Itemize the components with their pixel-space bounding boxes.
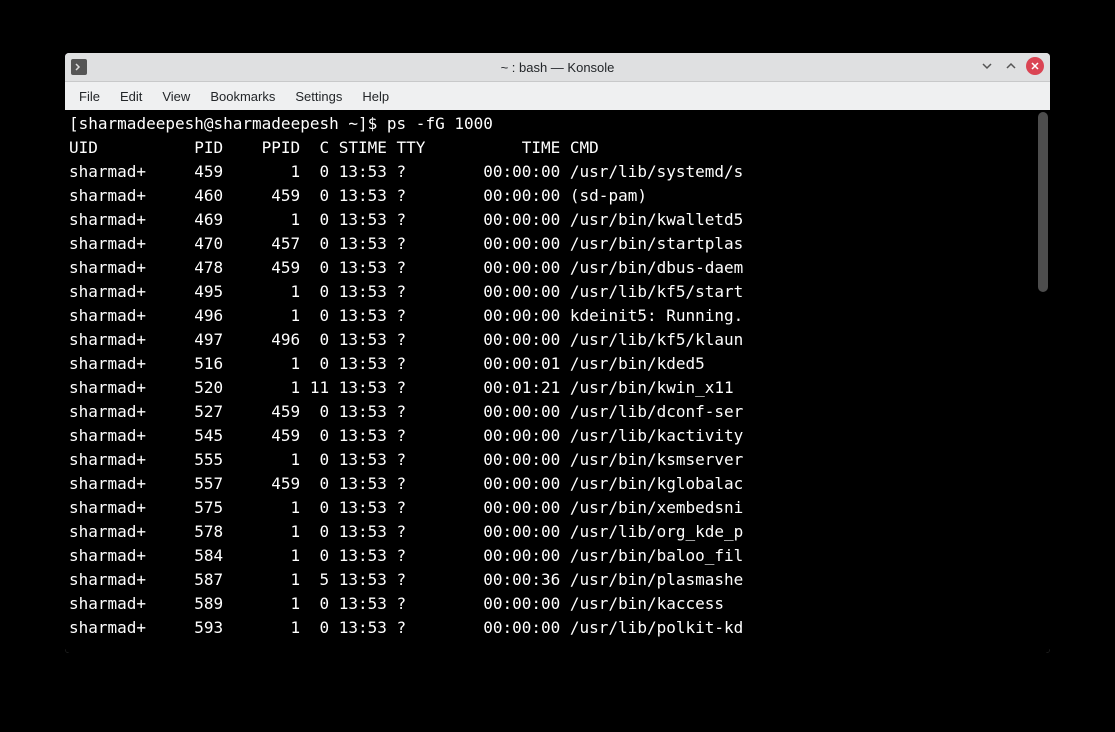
close-button[interactable]	[1026, 57, 1044, 75]
menu-bookmarks[interactable]: Bookmarks	[200, 85, 285, 108]
scrollbar-thumb[interactable]	[1038, 112, 1048, 292]
prompt-bracket-open: [	[69, 114, 79, 133]
prompt-user-host: sharmadeepesh@sharmadeepesh	[79, 114, 339, 133]
menu-edit[interactable]: Edit	[110, 85, 152, 108]
menubar: File Edit View Bookmarks Settings Help	[65, 82, 1050, 110]
prompt-line: [sharmadeepesh@sharmadeepesh ~]$ ps -fG …	[69, 112, 1050, 136]
terminal-viewport[interactable]: [sharmadeepesh@sharmadeepesh ~]$ ps -fG …	[65, 110, 1050, 653]
konsole-window: ~ : bash — Konsole File Edit View Bookma…	[65, 53, 1050, 653]
menu-file[interactable]: File	[69, 85, 110, 108]
minimize-button[interactable]	[978, 57, 996, 75]
app-icon	[71, 59, 87, 75]
window-controls	[978, 57, 1044, 75]
menu-settings[interactable]: Settings	[285, 85, 352, 108]
window-title: ~ : bash — Konsole	[65, 60, 1050, 75]
typed-command: ps -fG 1000	[387, 114, 493, 133]
titlebar[interactable]: ~ : bash — Konsole	[65, 53, 1050, 82]
prompt-path: ~	[339, 114, 358, 133]
menu-help[interactable]: Help	[352, 85, 399, 108]
menu-view[interactable]: View	[152, 85, 200, 108]
prompt-bracket-close: ]$	[358, 114, 387, 133]
ps-header: UID PID PPID C STIME TTY TIME CMD	[69, 136, 1050, 160]
ps-output: sharmad+ 459 1 0 13:53 ? 00:00:00 /usr/l…	[69, 162, 743, 637]
maximize-button[interactable]	[1002, 57, 1020, 75]
